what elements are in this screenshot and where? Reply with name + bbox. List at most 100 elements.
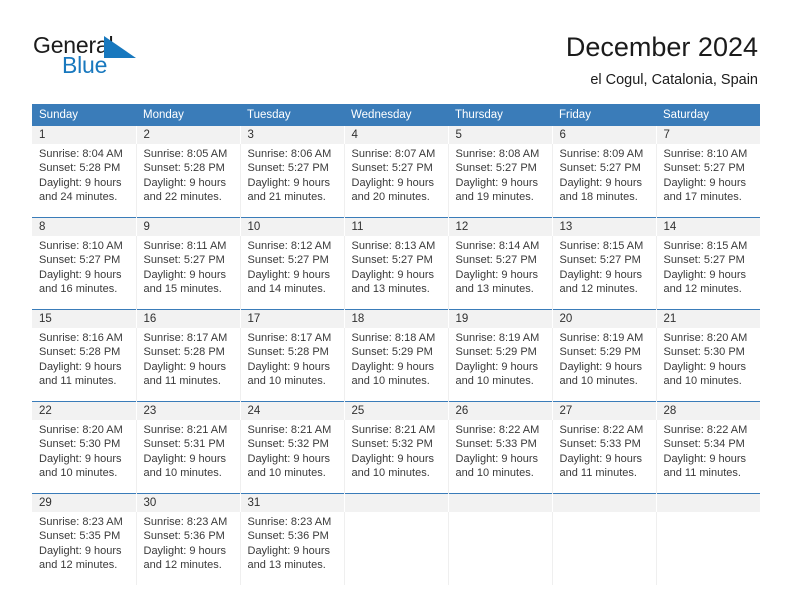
day-number[interactable]: 15: [32, 309, 136, 328]
day-number[interactable]: 22: [32, 401, 136, 420]
day-number[interactable]: 14: [655, 217, 760, 236]
day-cell[interactable]: Sunrise: 8:16 AM Sunset: 5:28 PM Dayligh…: [32, 328, 136, 402]
day-cell[interactable]: Sunrise: 8:10 AM Sunset: 5:27 PM Dayligh…: [32, 236, 136, 310]
day-number[interactable]: 11: [343, 217, 448, 236]
day-cell[interactable]: Sunrise: 8:12 AM Sunset: 5:27 PM Dayligh…: [239, 236, 344, 310]
day-number[interactable]: 6: [551, 126, 656, 144]
day-cell[interactable]: Sunrise: 8:19 AM Sunset: 5:29 PM Dayligh…: [551, 328, 656, 402]
daylight-text-1: Daylight: 9 hours: [143, 452, 227, 465]
day-cell[interactable]: Sunrise: 8:21 AM Sunset: 5:32 PM Dayligh…: [343, 420, 448, 494]
day-number[interactable]: 12: [447, 217, 552, 236]
day-number[interactable]: 31: [239, 493, 344, 512]
daylight-text-1: Daylight: 9 hours: [455, 452, 539, 465]
sunset-text: Sunset: 5:29 PM: [351, 346, 433, 359]
day-cell[interactable]: Sunrise: 8:21 AM Sunset: 5:31 PM Dayligh…: [135, 420, 240, 494]
day-number[interactable]: 18: [343, 309, 448, 328]
day-number[interactable]: 30: [135, 493, 240, 512]
day-cell[interactable]: Sunrise: 8:23 AM Sunset: 5:35 PM Dayligh…: [32, 512, 136, 585]
daylight-text-2: and 12 minutes.: [663, 282, 742, 295]
daylight-text-2: and 10 minutes.: [247, 374, 326, 387]
day-cell[interactable]: Sunrise: 8:05 AM Sunset: 5:28 PM Dayligh…: [135, 144, 240, 218]
day-cell[interactable]: Sunrise: 8:20 AM Sunset: 5:30 PM Dayligh…: [655, 328, 760, 402]
sunrise-text: Sunrise: 8:18 AM: [351, 332, 436, 344]
sunset-text: Sunset: 5:30 PM: [663, 346, 745, 359]
day-number[interactable]: 10: [239, 217, 344, 236]
sunset-text: Sunset: 5:28 PM: [39, 346, 121, 359]
day-cell[interactable]: Sunrise: 8:04 AM Sunset: 5:28 PM Dayligh…: [32, 144, 136, 218]
week-5-daynumbers: 29 30 31: [32, 493, 760, 512]
day-number[interactable]: 16: [135, 309, 240, 328]
sunset-text: Sunset: 5:27 PM: [663, 162, 745, 175]
day-cell[interactable]: Sunrise: 8:23 AM Sunset: 5:36 PM Dayligh…: [135, 512, 240, 585]
sunrise-text: Sunrise: 8:15 AM: [559, 240, 644, 252]
sunrise-text: Sunrise: 8:17 AM: [143, 332, 228, 344]
day-number[interactable]: 21: [655, 309, 760, 328]
sunset-text: Sunset: 5:29 PM: [559, 346, 641, 359]
daylight-text-2: and 11 minutes.: [143, 374, 221, 387]
page-header: General Blue December 2024 el Cogul, Cat…: [0, 0, 792, 100]
day-number[interactable]: 23: [135, 401, 240, 420]
sunset-text: Sunset: 5:36 PM: [143, 530, 225, 543]
day-cell[interactable]: Sunrise: 8:11 AM Sunset: 5:27 PM Dayligh…: [135, 236, 240, 310]
day-number[interactable]: 5: [447, 126, 552, 144]
day-cell[interactable]: Sunrise: 8:21 AM Sunset: 5:32 PM Dayligh…: [239, 420, 344, 494]
day-cell[interactable]: Sunrise: 8:22 AM Sunset: 5:33 PM Dayligh…: [447, 420, 552, 494]
day-number[interactable]: 20: [551, 309, 656, 328]
day-number[interactable]: 8: [32, 217, 136, 236]
day-number[interactable]: 2: [135, 126, 240, 144]
day-number[interactable]: 26: [447, 401, 552, 420]
day-number[interactable]: 25: [343, 401, 448, 420]
day-cell[interactable]: Sunrise: 8:20 AM Sunset: 5:30 PM Dayligh…: [32, 420, 136, 494]
day-cell[interactable]: Sunrise: 8:09 AM Sunset: 5:27 PM Dayligh…: [551, 144, 656, 218]
day-number[interactable]: 29: [32, 493, 136, 512]
daylight-text-2: and 11 minutes.: [39, 374, 117, 387]
day-cell[interactable]: Sunrise: 8:19 AM Sunset: 5:29 PM Dayligh…: [447, 328, 552, 402]
day-cell[interactable]: Sunrise: 8:07 AM Sunset: 5:27 PM Dayligh…: [343, 144, 448, 218]
day-cell[interactable]: Sunrise: 8:17 AM Sunset: 5:28 PM Dayligh…: [239, 328, 344, 402]
day-cell[interactable]: Sunrise: 8:06 AM Sunset: 5:27 PM Dayligh…: [239, 144, 344, 218]
daylight-text-1: Daylight: 9 hours: [559, 268, 643, 281]
day-number[interactable]: 9: [135, 217, 240, 236]
day-number[interactable]: 28: [655, 401, 760, 420]
week-3-details: Sunrise: 8:16 AM Sunset: 5:28 PM Dayligh…: [32, 328, 760, 402]
day-number[interactable]: 4: [343, 126, 448, 144]
sunrise-text: Sunrise: 8:21 AM: [143, 424, 228, 436]
daylight-text-1: Daylight: 9 hours: [351, 452, 435, 465]
sunset-text: Sunset: 5:28 PM: [39, 162, 121, 175]
sunset-text: Sunset: 5:32 PM: [351, 438, 433, 451]
day-cell[interactable]: Sunrise: 8:22 AM Sunset: 5:33 PM Dayligh…: [551, 420, 656, 494]
sunrise-text: Sunrise: 8:07 AM: [351, 148, 436, 160]
day-cell[interactable]: Sunrise: 8:17 AM Sunset: 5:28 PM Dayligh…: [135, 328, 240, 402]
day-number[interactable]: 19: [447, 309, 552, 328]
day-cell[interactable]: Sunrise: 8:23 AM Sunset: 5:36 PM Dayligh…: [239, 512, 344, 585]
day-number[interactable]: 17: [239, 309, 344, 328]
daylight-text-1: Daylight: 9 hours: [663, 452, 747, 465]
day-number[interactable]: 27: [551, 401, 656, 420]
day-number[interactable]: 13: [551, 217, 656, 236]
day-cell[interactable]: Sunrise: 8:15 AM Sunset: 5:27 PM Dayligh…: [655, 236, 760, 310]
day-cell[interactable]: Sunrise: 8:18 AM Sunset: 5:29 PM Dayligh…: [343, 328, 448, 402]
sunset-text: Sunset: 5:29 PM: [455, 346, 537, 359]
daylight-text-1: Daylight: 9 hours: [39, 360, 122, 373]
daylight-text-1: Daylight: 9 hours: [39, 176, 122, 189]
week-5-details: Sunrise: 8:23 AM Sunset: 5:35 PM Dayligh…: [32, 512, 760, 585]
daylight-text-1: Daylight: 9 hours: [247, 452, 331, 465]
daylight-text-2: and 10 minutes.: [455, 466, 534, 479]
daylight-text-1: Daylight: 9 hours: [351, 268, 435, 281]
day-cell[interactable]: Sunrise: 8:14 AM Sunset: 5:27 PM Dayligh…: [447, 236, 552, 310]
day-number[interactable]: 3: [239, 126, 344, 144]
day-cell[interactable]: Sunrise: 8:15 AM Sunset: 5:27 PM Dayligh…: [551, 236, 656, 310]
day-number[interactable]: 24: [239, 401, 344, 420]
sunset-text: Sunset: 5:33 PM: [455, 438, 537, 451]
daylight-text-2: and 13 minutes.: [247, 558, 326, 571]
day-number[interactable]: 1: [32, 126, 136, 144]
brand-logo[interactable]: General Blue: [33, 33, 213, 85]
day-cell[interactable]: Sunrise: 8:22 AM Sunset: 5:34 PM Dayligh…: [655, 420, 760, 494]
daylight-text-1: Daylight: 9 hours: [143, 176, 227, 189]
day-number[interactable]: 7: [655, 126, 760, 144]
day-cell[interactable]: Sunrise: 8:13 AM Sunset: 5:27 PM Dayligh…: [343, 236, 448, 310]
day-cell[interactable]: Sunrise: 8:08 AM Sunset: 5:27 PM Dayligh…: [447, 144, 552, 218]
sunset-text: Sunset: 5:27 PM: [143, 254, 225, 267]
day-cell[interactable]: Sunrise: 8:10 AM Sunset: 5:27 PM Dayligh…: [655, 144, 760, 218]
sunset-text: Sunset: 5:27 PM: [455, 254, 537, 267]
